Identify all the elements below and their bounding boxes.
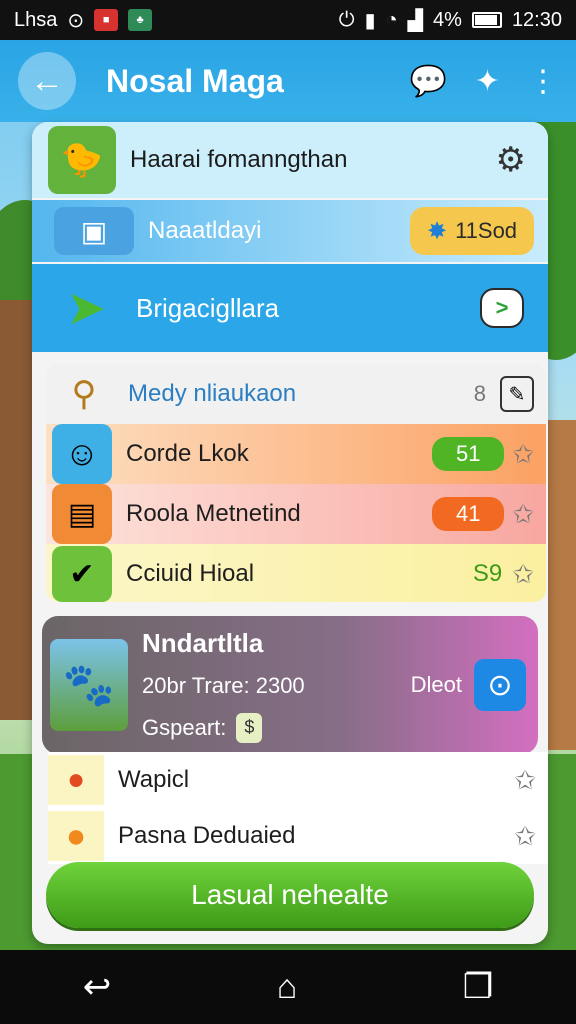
list-item-label: Corde Lkok (126, 440, 249, 467)
forward-arrow-icon[interactable]: > (480, 288, 524, 328)
battery-percent: 4% (433, 8, 462, 31)
gem-icon: ✸ (426, 217, 448, 245)
search-icon[interactable]: ⊙ (474, 659, 526, 711)
list-item-label: Medy nliaukaon (128, 380, 297, 407)
currency-chip[interactable]: ✸ 11Sod (410, 207, 534, 255)
star-icon[interactable]: ✩ (514, 821, 536, 852)
score-chip: 41 (432, 497, 505, 531)
item-list: ⚲ Medy nliaukaon 8 ✎ ☺ Corde Lkok 51 ✩ ▤… (46, 364, 546, 602)
app-bar: ← Nosal Maga 💬 ✦ ⋮ (0, 40, 576, 122)
briefcase-icon: ▤ (52, 484, 112, 544)
list-item[interactable]: ⚲ Medy nliaukaon 8 ✎ (46, 364, 546, 424)
back-button[interactable]: ← (18, 52, 76, 110)
featured-card[interactable]: 🐾 Nndartltla 20br Trare: 2300 Gspeart: $… (42, 616, 538, 754)
nav-home-icon[interactable]: ⌂ (277, 968, 298, 1007)
list-item-label: Wapicl (118, 766, 190, 793)
carrier-name: Lhsa (14, 8, 58, 31)
list-item[interactable]: ● Pasna Deduaied ✩ (48, 808, 548, 864)
featured-price-label: Gspeart: (142, 714, 227, 740)
menu-row-2-label: Naaatldayi (148, 217, 262, 244)
edit-icon[interactable]: ✎ (500, 376, 534, 412)
magnifier-icon: ⚲ (71, 375, 97, 413)
list-item-label: Roola Metnetind (126, 500, 301, 527)
gear-icon[interactable]: ⚙ (496, 140, 526, 180)
score-chip: 51 (432, 437, 505, 471)
menu-row-2[interactable]: ▣ Naaatldayi ✸ 11Sod (32, 200, 548, 262)
wifi-icon: ◔ (385, 8, 398, 31)
star-icon[interactable]: ✩ (512, 499, 534, 530)
list-item-label: Pasna Deduaied (118, 822, 296, 849)
alarm-icon: ⏻ (338, 8, 355, 31)
nav-recents-icon[interactable]: ❐ (463, 967, 493, 1007)
arrow-left-icon: ← (30, 61, 64, 100)
monster-avatar-icon: 🐤 (48, 126, 116, 194)
map-pin-icon: ➤ (65, 282, 107, 335)
menu-row-1-label: Haarai fomanngthan (130, 146, 348, 173)
currency-chip-value: 11Sod (455, 218, 518, 243)
page-title: Nosal Maga (106, 62, 284, 99)
primary-action-button[interactable]: Lasual nehealte (46, 862, 534, 928)
list-item-label: Cciuid Hioal (126, 560, 255, 587)
menu-row-1[interactable]: 🐤 Haarai fomanngthan ⚙ (32, 122, 548, 198)
navigation-bar: ↩ ⌂ ❐ (0, 950, 576, 1024)
battery-icon (471, 12, 502, 28)
score-chip-value: 41 (455, 501, 481, 526)
list-item[interactable]: ▤ Roola Metnetind 41 ✩ (46, 484, 546, 544)
robot-icon: ● (48, 755, 104, 805)
blob-creature-icon: ● (48, 811, 104, 861)
share-icon[interactable]: ✦ (475, 64, 500, 99)
game-notification-icon: ♣ (128, 9, 153, 31)
clock: 12:30 (511, 8, 562, 31)
list-item[interactable]: ● Wapicl ✩ (48, 752, 548, 808)
chat-icon[interactable]: 💬 (410, 64, 447, 99)
notification-icon: ⊙ (67, 9, 85, 32)
checkmark-icon: ✔ (52, 546, 112, 602)
featured-creature-image: 🐾 (50, 639, 128, 731)
featured-title: Nndartltla (142, 627, 264, 658)
coin-icon: $ (236, 712, 263, 743)
star-icon[interactable]: ✩ (512, 439, 534, 470)
score-chip-value: 51 (455, 441, 481, 466)
list-item-value: 8 (473, 381, 486, 406)
status-bar: Lhsa ⊙ ■ ♣ ⏻ ▮ ◔ ▟ 4% 12:30 (0, 0, 576, 40)
app-notification-icon: ■ (94, 9, 119, 31)
lock-icon: ▮ (364, 9, 376, 32)
smiley-face-icon: ☺ (52, 424, 112, 484)
star-icon[interactable]: ✩ (514, 765, 536, 796)
featured-badge: Dleot (410, 672, 462, 697)
main-card: 🐤 Haarai fomanngthan ⚙ ▣ Naaatldayi ✸ 11… (32, 122, 548, 944)
nav-back-icon[interactable]: ↩ (83, 967, 112, 1007)
more-options-icon[interactable]: ⋮ (528, 64, 558, 99)
star-icon[interactable]: ✩ (512, 559, 534, 590)
signal-icon: ▟ (407, 9, 424, 32)
list-item-value: S9 (472, 560, 503, 587)
featured-subtitle: 20br Trare: 2300 (142, 672, 305, 698)
list-item[interactable]: ☺ Corde Lkok 51 ✩ (46, 424, 546, 484)
list-item[interactable]: ✔ Cciuid Hioal S9 ✩ (46, 544, 546, 602)
menu-row-3-label: Brigacigllara (136, 292, 280, 323)
ticket-icon: ▣ (54, 207, 134, 255)
menu-row-3[interactable]: ➤ Brigacigllara > (32, 264, 548, 352)
